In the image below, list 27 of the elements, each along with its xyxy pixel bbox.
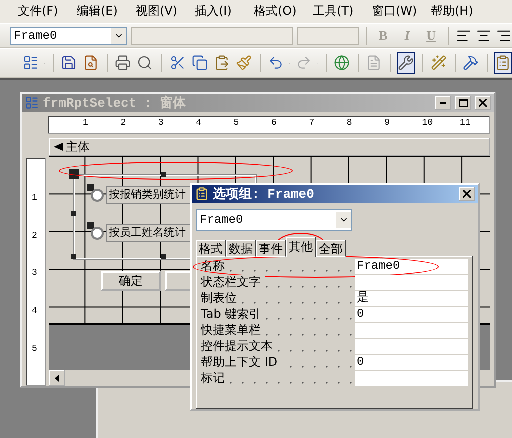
ruler-number: 2 <box>120 118 126 128</box>
property-name: 帮助上下文 ID <box>201 355 355 370</box>
ruler-number: 3 <box>32 268 38 278</box>
ruler-number: 1 <box>83 118 88 128</box>
ruler-number: 1 <box>32 193 38 203</box>
property-name: 状态栏文字 <box>201 275 355 290</box>
ruler-number: 4 <box>196 118 202 128</box>
window-title: frmRptSelect : 窗体 <box>43 94 188 112</box>
property-name: 控件提示文本 <box>201 339 355 354</box>
section-title: 主体 <box>66 138 90 156</box>
ruler-number: 10 <box>422 118 434 128</box>
ruler-number: 5 <box>234 118 240 128</box>
ruler-number: 2 <box>32 230 38 241</box>
ruler-number: 8 <box>346 118 352 128</box>
ruler-number: 7 <box>309 118 315 128</box>
ruler-number: 11 <box>460 118 471 128</box>
property-name: 制表位 <box>201 291 355 306</box>
property-name: 快捷菜单栏 <box>201 323 355 338</box>
ruler-number: 5 <box>32 344 38 354</box>
property-name: 名称 <box>201 259 355 274</box>
property-name: Tab 键索引 <box>201 307 355 322</box>
window-title: 选项组: Frame0 <box>213 186 316 203</box>
ruler-number: 9 <box>384 118 390 128</box>
ruler-number: 3 <box>158 118 164 128</box>
property-name: 标记 <box>201 371 355 386</box>
ruler-number: 6 <box>272 118 277 128</box>
ruler-number: 4 <box>32 306 38 316</box>
